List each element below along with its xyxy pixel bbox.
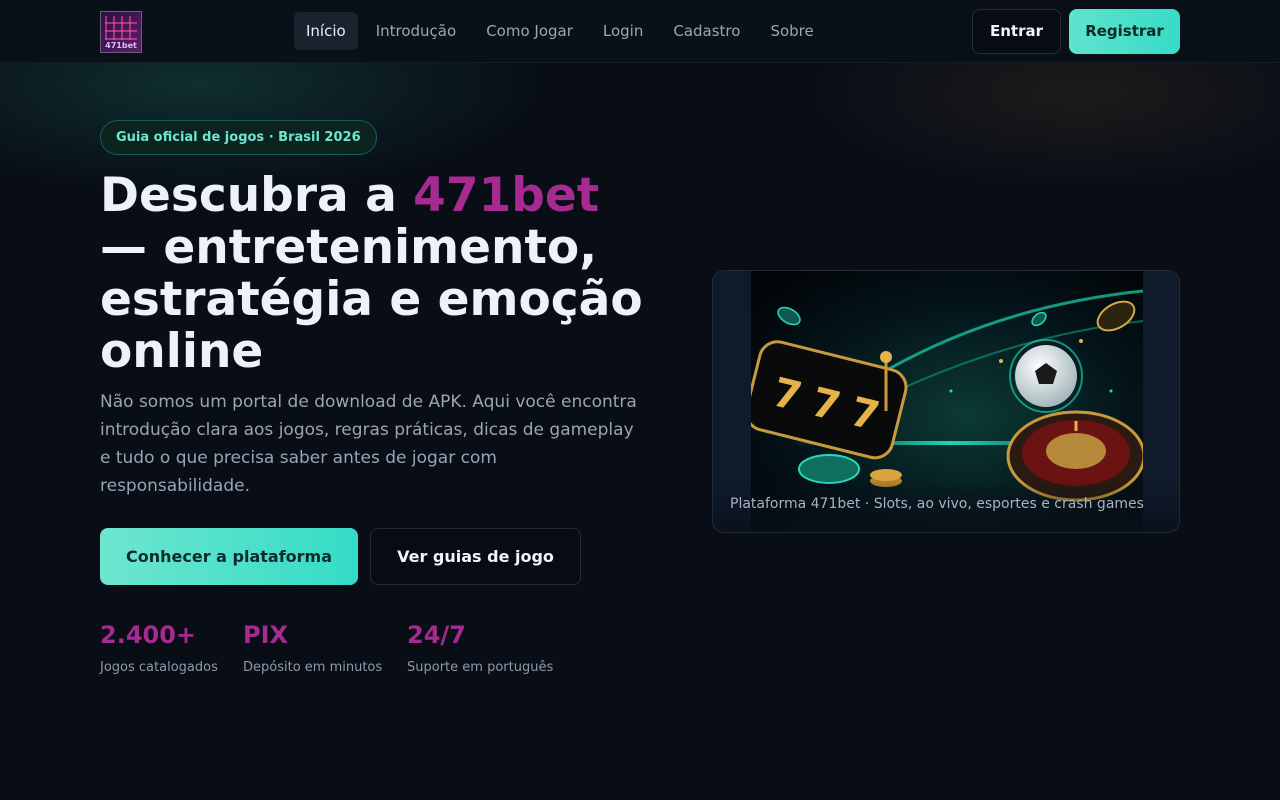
nav-item-sobre[interactable]: Sobre bbox=[758, 12, 825, 50]
nav-item-cadastro[interactable]: Cadastro bbox=[661, 12, 752, 50]
stat-support: 24/7 Suporte em português bbox=[407, 620, 553, 675]
nav-item-inicio[interactable]: Início bbox=[294, 12, 358, 50]
cta-ver-guias-button[interactable]: Ver guias de jogo bbox=[370, 528, 581, 585]
nav-item-login[interactable]: Login bbox=[591, 12, 655, 50]
nav-item-como-jogar[interactable]: Como Jogar bbox=[474, 12, 585, 50]
hero-description: Não somos um portal de download de APK. … bbox=[100, 392, 637, 496]
stat-label: Depósito em minutos bbox=[243, 660, 383, 675]
stat-deposit: PIX Depósito em minutos bbox=[243, 620, 382, 675]
top-navbar: 471bet Início Introdução Como Jogar Logi… bbox=[0, 0, 1280, 63]
stat-label: Suporte em português bbox=[407, 660, 554, 675]
stat-games: 2.400+ Jogos catalogados bbox=[100, 620, 218, 675]
headline-brand: 471bet bbox=[413, 168, 600, 223]
cta-conhecer-plataforma-button[interactable]: Conhecer a plataforma bbox=[100, 528, 358, 585]
stat-label: Jogos catalogados bbox=[100, 660, 218, 675]
platform-image-card[interactable]: 7 7 7 Plataforma 471bet · Slots, ao vivo… bbox=[712, 270, 1180, 533]
logo-text: 471bet bbox=[105, 41, 137, 50]
stat-value: 2.400+ bbox=[100, 621, 197, 649]
logo-graphic bbox=[105, 16, 137, 40]
headline-pre: Descubra a bbox=[100, 168, 414, 223]
image-caption-bar: Plataforma 471bet · Slots, ao vivo, espo… bbox=[713, 480, 1179, 532]
headline-post: — entretenimento, estratégia e emoção on… bbox=[100, 220, 643, 379]
site-logo[interactable]: 471bet bbox=[100, 11, 142, 53]
hero-headline: Descubra a 471bet — entretenimento, estr… bbox=[100, 170, 660, 378]
image-caption: Plataforma 471bet · Slots, ao vivo, espo… bbox=[730, 496, 1144, 512]
hero-badge: Guia oficial de jogos · Brasil 2026 bbox=[100, 120, 377, 155]
stat-value: PIX bbox=[243, 621, 289, 649]
register-button[interactable]: Registrar bbox=[1069, 9, 1180, 54]
nav-item-introducao[interactable]: Introdução bbox=[364, 12, 468, 50]
login-button[interactable]: Entrar bbox=[972, 9, 1061, 54]
main-nav: Início Introdução Como Jogar Login Cadas… bbox=[294, 12, 832, 50]
stat-value: 24/7 bbox=[407, 621, 466, 649]
